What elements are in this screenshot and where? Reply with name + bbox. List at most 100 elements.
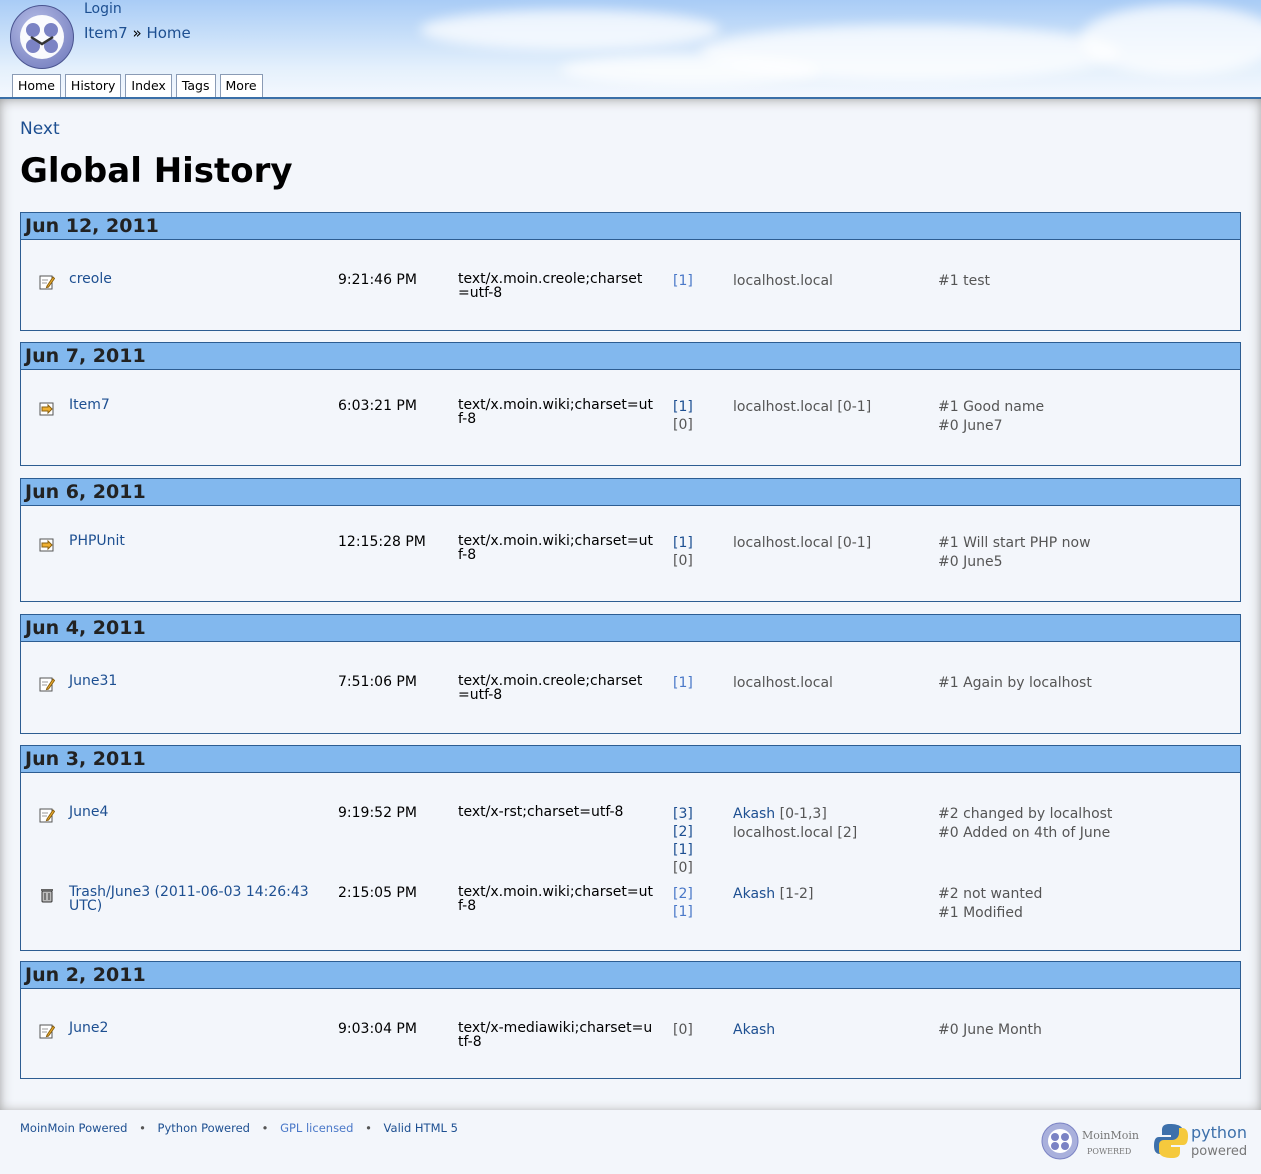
revision-link[interactable]: [1] bbox=[673, 674, 693, 692]
revision-link: [0] bbox=[673, 553, 693, 569]
edit-icon bbox=[39, 676, 56, 692]
moinmoin-logo-icon bbox=[20, 15, 64, 59]
tab-home[interactable]: Home bbox=[12, 74, 61, 97]
entry-time: 9:21:46 PM bbox=[338, 272, 417, 288]
comment-text: #1 test bbox=[938, 273, 990, 289]
editor-list: localhost.local [0-1] bbox=[733, 534, 871, 553]
nav-tabs: Home History Index Tags More bbox=[12, 74, 263, 97]
comment-list: #0 June Month bbox=[938, 1021, 1042, 1040]
revision-link[interactable]: [2] bbox=[673, 823, 693, 841]
editor-line: Akash [1-2] bbox=[733, 885, 813, 904]
comment-list: #1 test bbox=[938, 272, 990, 291]
item-name-link[interactable]: PHPUnit bbox=[69, 534, 319, 548]
revision-link[interactable]: [3] bbox=[673, 805, 693, 823]
content-type: text/x.moin.wiki;charset=utf-8 bbox=[458, 397, 653, 427]
revision-link[interactable]: [1] bbox=[673, 534, 693, 552]
moinmoin-logo[interactable] bbox=[10, 5, 74, 69]
history-day: Jun 6, 2011 PHPUnit 12:15:28 PM text/x.moin… bbox=[20, 478, 1241, 602]
python-powered-badge[interactable]: python powered bbox=[1154, 1122, 1250, 1160]
tab-tags[interactable]: Tags bbox=[175, 74, 216, 97]
comment-list: #1 Good name #0 June7 bbox=[938, 398, 1044, 436]
revision-list: [1] bbox=[673, 272, 693, 290]
login-link[interactable]: Login bbox=[84, 1, 122, 17]
item-name-link[interactable]: June2 bbox=[69, 1021, 319, 1035]
history-day: Jun 12, 2011 creole 9:21:46 PM text/x.moin.… bbox=[20, 212, 1241, 331]
editor-text: localhost.local [0-1] bbox=[733, 535, 872, 551]
day-header: Jun 6, 2011 bbox=[21, 479, 1240, 506]
content-type: text/x.moin.creole;charset=utf-8 bbox=[458, 271, 643, 301]
comment-text: #1 Modified bbox=[938, 905, 1023, 921]
breadcrumb-separator: » bbox=[132, 24, 142, 42]
item-name-link[interactable]: Item7 bbox=[69, 398, 319, 412]
entry-time: 9:03:04 PM bbox=[338, 1021, 417, 1037]
editor-text: [0-1,3] bbox=[779, 806, 827, 822]
day-header: Jun 3, 2011 bbox=[21, 746, 1240, 773]
history-day: Jun 3, 2011 June4 9:19:52 PM text/x-rst;cha… bbox=[20, 745, 1241, 951]
revision-link[interactable]: [1] bbox=[673, 398, 693, 416]
editor-list: Akash [0-1,3] localhost.local [2] bbox=[733, 805, 857, 843]
trash-icon bbox=[39, 887, 55, 903]
tab-index[interactable]: Index bbox=[125, 74, 172, 97]
moinmoin-badge-icon: MoinMoin POWERED bbox=[1041, 1122, 1139, 1160]
moinmoin-powered-link[interactable]: MoinMoin Powered bbox=[20, 1121, 127, 1135]
entry-time: 2:15:05 PM bbox=[338, 885, 417, 901]
entry-time: 9:19:52 PM bbox=[338, 805, 417, 821]
revision-link[interactable]: [1] bbox=[673, 841, 693, 859]
page-title: Global History bbox=[20, 151, 293, 191]
item-name-link[interactable]: June31 bbox=[69, 674, 319, 688]
tab-history[interactable]: History bbox=[64, 74, 122, 97]
revision-list: [1] [0] bbox=[673, 398, 693, 434]
moin-badge-bottom: POWERED bbox=[1087, 1147, 1131, 1156]
comment-text: #0 June5 bbox=[938, 554, 1003, 570]
page-header: Login Item7 » Home Home History Index Ta… bbox=[0, 0, 1261, 99]
valid-html5-link[interactable]: Valid HTML 5 bbox=[384, 1121, 458, 1135]
footer-separator: • bbox=[139, 1121, 146, 1135]
editor-text: [1-2] bbox=[779, 886, 814, 902]
editor-line: localhost.local [0-1] bbox=[733, 398, 871, 417]
item-name-link[interactable]: Trash/June3 (2011-06-03 14:26:43 UTC) bbox=[69, 885, 319, 913]
content-type: text/x-mediawiki;charset=utf-8 bbox=[458, 1020, 653, 1050]
editor-line: Akash [0-1,3] bbox=[733, 805, 857, 824]
page-footer: MoinMoin Powered • Python Powered • GPL … bbox=[0, 1110, 1261, 1174]
python-badge-top: python bbox=[1191, 1123, 1247, 1142]
breadcrumb-home[interactable]: Home bbox=[146, 24, 190, 42]
comment-text: #0 June Month bbox=[938, 1022, 1042, 1038]
comment-text: #1 Again by localhost bbox=[938, 675, 1092, 691]
footer-separator: • bbox=[261, 1121, 269, 1135]
breadcrumb-item7[interactable]: Item7 bbox=[84, 24, 128, 42]
revision-list: [3] [2] [1] [0] bbox=[673, 805, 693, 877]
content-type: text/x.moin.wiki;charset=utf-8 bbox=[458, 533, 653, 563]
content-type: text/x.moin.creole;charset=utf-8 bbox=[458, 673, 643, 703]
item-name-link[interactable]: creole bbox=[69, 272, 319, 286]
item-name-link[interactable]: June4 bbox=[69, 805, 319, 819]
rename-icon bbox=[39, 400, 55, 416]
moinmoin-powered-badge[interactable]: MoinMoin POWERED bbox=[1041, 1122, 1141, 1160]
editor-link[interactable]: Akash bbox=[733, 886, 775, 902]
editor-list: localhost.local bbox=[733, 674, 833, 693]
revision-link: [0] bbox=[673, 860, 693, 876]
moin-badge-top: MoinMoin bbox=[1082, 1129, 1139, 1142]
revision-link: [0] bbox=[673, 1022, 693, 1038]
comment-list: #1 Again by localhost bbox=[938, 674, 1092, 693]
python-powered-link[interactable]: Python Powered bbox=[158, 1121, 250, 1135]
revision-link[interactable]: [1] bbox=[673, 272, 693, 290]
revision-list: [1] [0] bbox=[673, 534, 693, 570]
comment-list: #1 Will start PHP now #0 June5 bbox=[938, 534, 1091, 572]
comment-text: #0 Added on 4th of June bbox=[938, 825, 1111, 841]
breadcrumb: Item7 » Home bbox=[84, 24, 191, 42]
editor-text: localhost.local [2] bbox=[733, 825, 858, 841]
comment-text: #1 Good name bbox=[938, 399, 1045, 415]
editor-link[interactable]: Akash bbox=[733, 1022, 775, 1038]
tab-more[interactable]: More bbox=[219, 74, 263, 97]
editor-link[interactable]: Akash bbox=[733, 806, 775, 822]
editor-list: Akash bbox=[733, 1021, 775, 1040]
next-link[interactable]: Next bbox=[20, 119, 60, 139]
revision-link[interactable]: [1] bbox=[673, 903, 693, 921]
gpl-licensed-link[interactable]: GPL licensed bbox=[280, 1121, 353, 1135]
revision-link[interactable]: [2] bbox=[673, 885, 693, 903]
day-header: Jun 12, 2011 bbox=[21, 213, 1240, 240]
comment-list: #2 not wanted #1 Modified bbox=[938, 885, 1042, 923]
edit-icon bbox=[39, 274, 56, 290]
editor-line: Akash bbox=[733, 1021, 775, 1040]
footer-separator: • bbox=[365, 1121, 372, 1135]
